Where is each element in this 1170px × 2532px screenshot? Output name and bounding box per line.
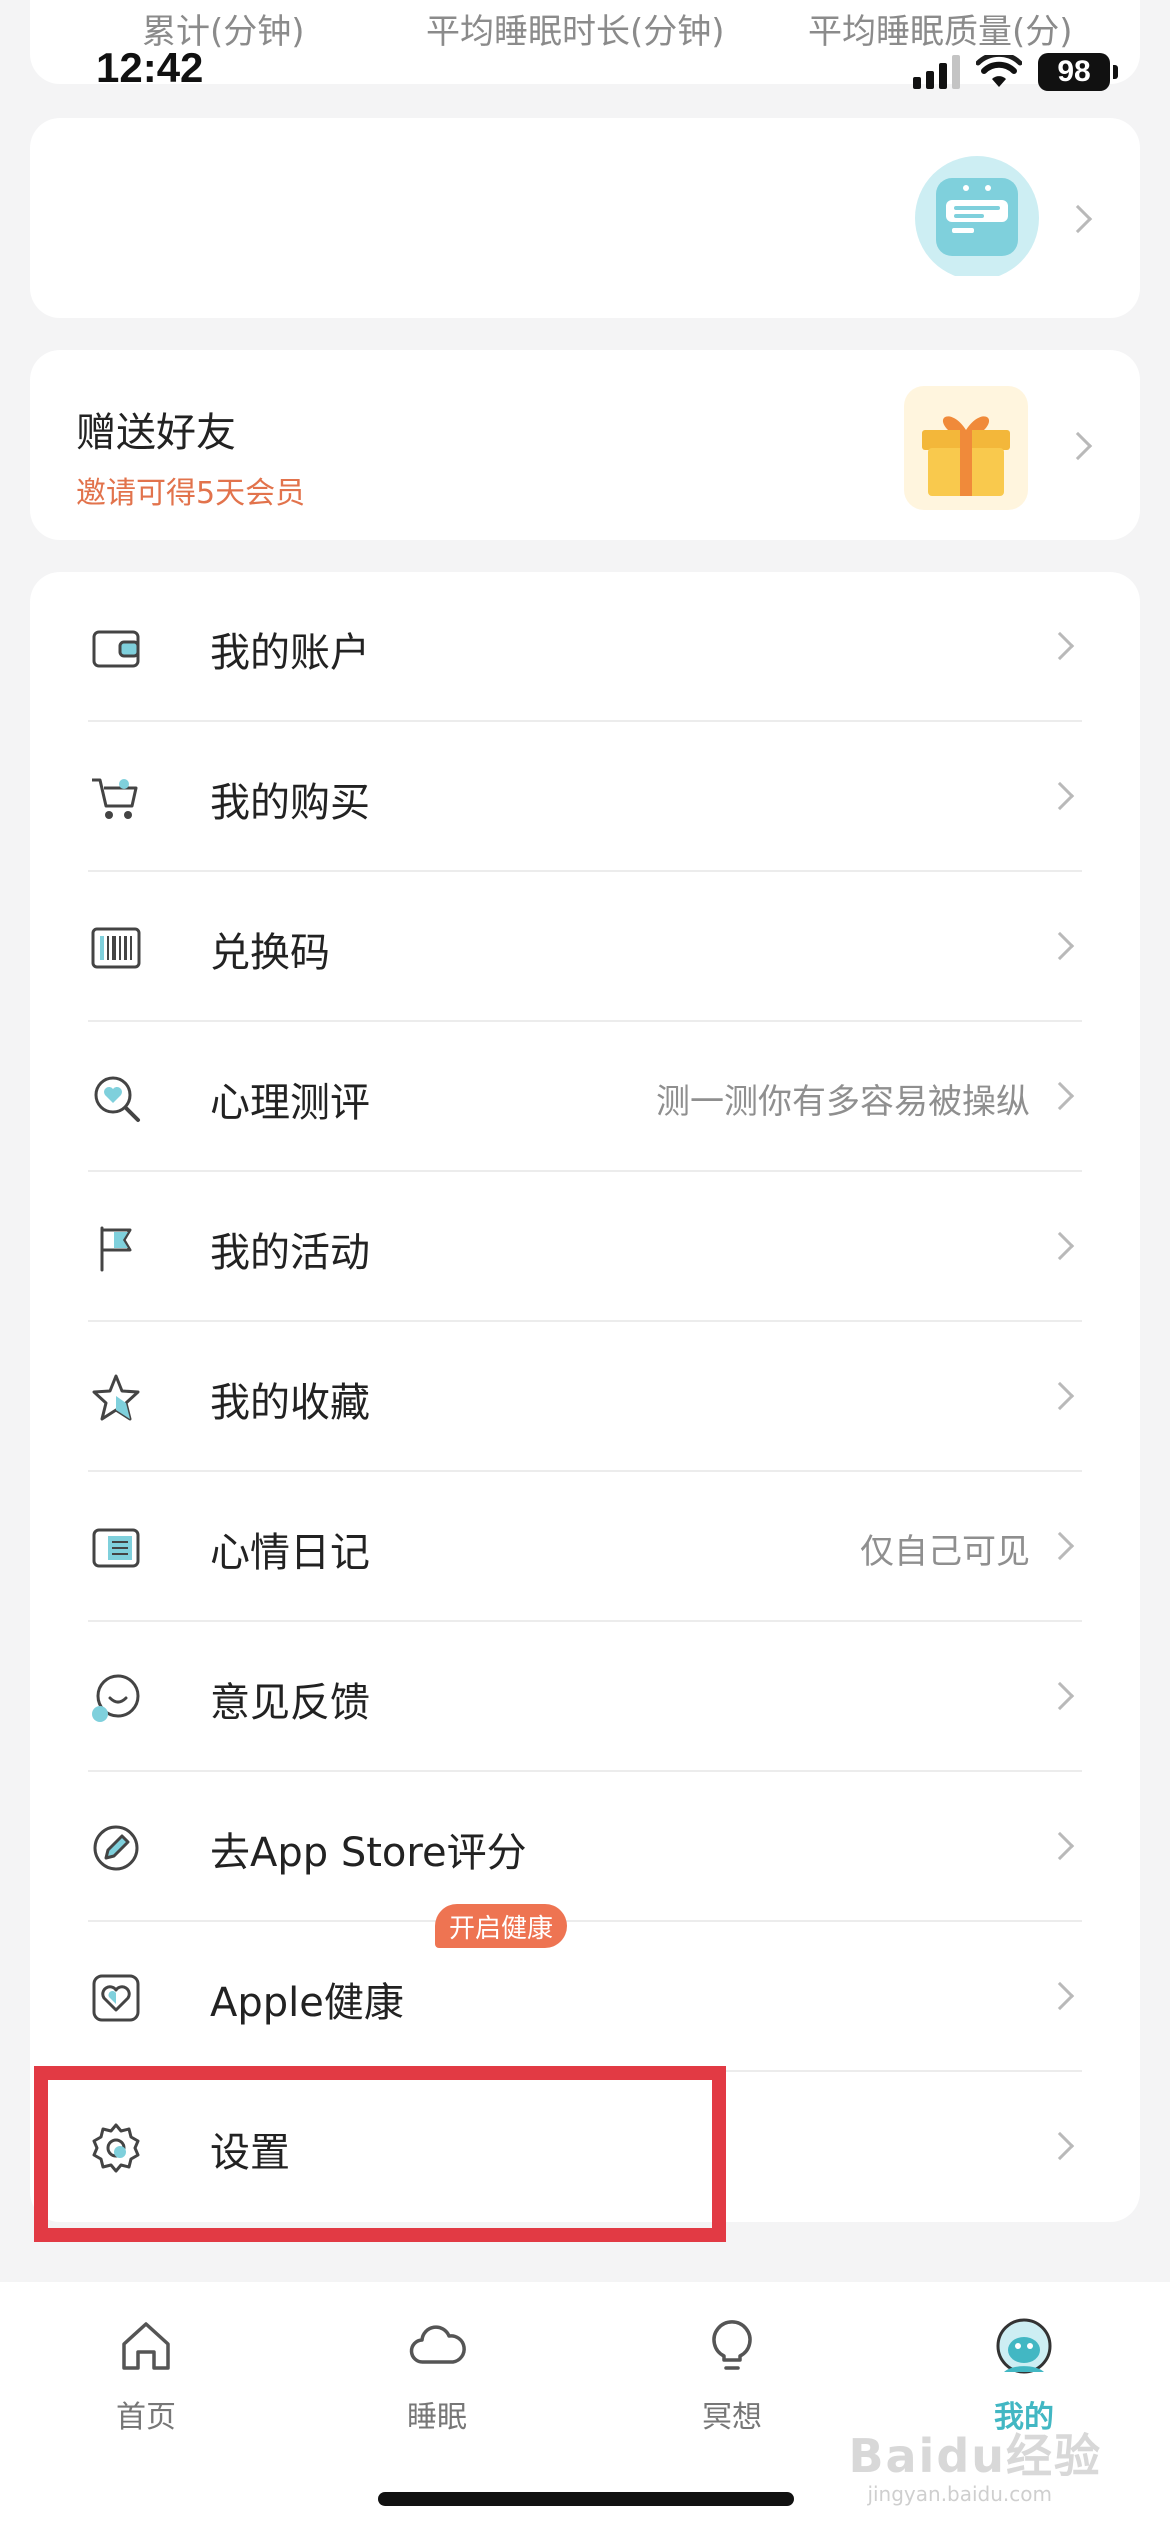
profile-avatar-icon [996,2318,1052,2374]
flag-icon [100,1226,132,1272]
menu-item-label: 我的账户 [210,630,370,676]
menu-list: 我的账户 我的购买 兑换码 心理测评 测一测你有多容易被操纵 我的活动 我的收藏… [30,572,1140,2222]
watermark-logo: Baidu经验 [848,2429,1102,2483]
menu-item-label: 兑换码 [210,930,330,976]
menu-item-purchases[interactable]: 我的购买 [30,722,1140,872]
home-icon [122,2322,170,2370]
home-indicator[interactable] [378,2492,794,2506]
chevron-right-icon [1063,431,1093,461]
menu-item-redeem-code[interactable]: 兑换码 [30,872,1140,1022]
chevron-right-icon [1045,931,1075,961]
chevron-right-icon [1045,1381,1075,1411]
stat-label-avg-quality: 平均睡眠质量(分) [808,12,1073,52]
tab-profile[interactable]: 我的 [944,2316,1104,2436]
status-icons: 98 [913,52,1118,92]
smile-chat-icon [92,1674,140,1722]
chevron-right-icon [1045,2131,1075,2161]
battery-indicator: 98 [1038,53,1118,91]
tab-label: 冥想 [702,2400,762,2435]
invite-title: 赠送好友 [76,410,236,456]
gift-box-icon [904,386,1028,510]
menu-item-label: 心理测评 [210,1080,370,1126]
chevron-right-icon [1045,1531,1075,1561]
cellular-signal-icon [913,55,960,89]
pencil-circle-icon [93,1825,139,1871]
journal-icon [92,1528,140,1568]
menu-item-mood-diary[interactable]: 心情日记 仅自己可见 [30,1472,1140,1622]
printer-robot-icon [915,156,1039,276]
menu-item-activities[interactable]: 我的活动 [30,1172,1140,1322]
menu-item-favorites[interactable]: 我的收藏 [30,1322,1140,1472]
tab-label: 睡眠 [407,2400,467,2435]
menu-item-hint: 测一测你有多容易被操纵 [656,1082,1030,1122]
wifi-icon [976,55,1022,87]
stat-label-avg-duration: 平均睡眠时长(分钟) [426,12,725,52]
promo-banner-card[interactable] [30,118,1140,318]
menu-item-label: 我的收藏 [210,1380,370,1426]
menu-item-label: Apple健康 [210,1980,404,2026]
menu-item-hint: 仅自己可见 [860,1532,1030,1572]
chevron-right-icon [1045,1981,1075,2011]
invite-subtitle: 邀请可得5天会员 [76,476,306,511]
chevron-right-icon [1045,1081,1075,1111]
chevron-right-icon [1045,1831,1075,1861]
chevron-right-icon [1045,1231,1075,1261]
wallet-icon [92,630,140,668]
menu-item-label: 心情日记 [210,1530,370,1576]
heart-square-icon [92,1974,140,2022]
heart-search-icon [94,1076,140,1122]
menu-item-label: 我的购买 [210,780,370,826]
lightbulb-icon [712,2320,752,2370]
menu-item-app-store-rating[interactable]: 去App Store评分 [30,1772,1140,1922]
health-badge: 开启健康 [435,1904,568,1948]
chevron-right-icon [1045,781,1075,811]
cloud-icon [409,2325,466,2364]
invite-friend-card[interactable]: 赠送好友 邀请可得5天会员 [30,350,1140,540]
star-icon [92,1374,140,1421]
menu-item-label: 我的活动 [210,1230,370,1276]
menu-item-label: 去App Store评分 [210,1830,527,1876]
chevron-right-icon [1045,1681,1075,1711]
watermark-url: jingyan.baidu.com [867,2482,1052,2506]
chevron-right-icon [1063,204,1093,234]
status-time: 12:42 [96,44,204,91]
menu-item-apple-health[interactable]: Apple健康 开启健康 [30,1904,1140,2072]
menu-item-label: 意见反馈 [210,1680,370,1726]
chevron-right-icon [1045,631,1075,661]
tab-sleep[interactable]: 睡眠 [357,2316,517,2436]
settings-highlight-box [34,2066,726,2242]
tab-home[interactable]: 首页 [66,2316,226,2436]
barcode-icon [91,927,141,969]
menu-item-account[interactable]: 我的账户 [30,572,1140,722]
menu-item-psych-test[interactable]: 心理测评 测一测你有多容易被操纵 [30,1022,1140,1172]
cart-icon [92,778,138,819]
tab-meditation[interactable]: 冥想 [652,2316,812,2436]
menu-item-feedback[interactable]: 意见反馈 [30,1622,1140,1772]
tab-label: 首页 [116,2400,176,2435]
